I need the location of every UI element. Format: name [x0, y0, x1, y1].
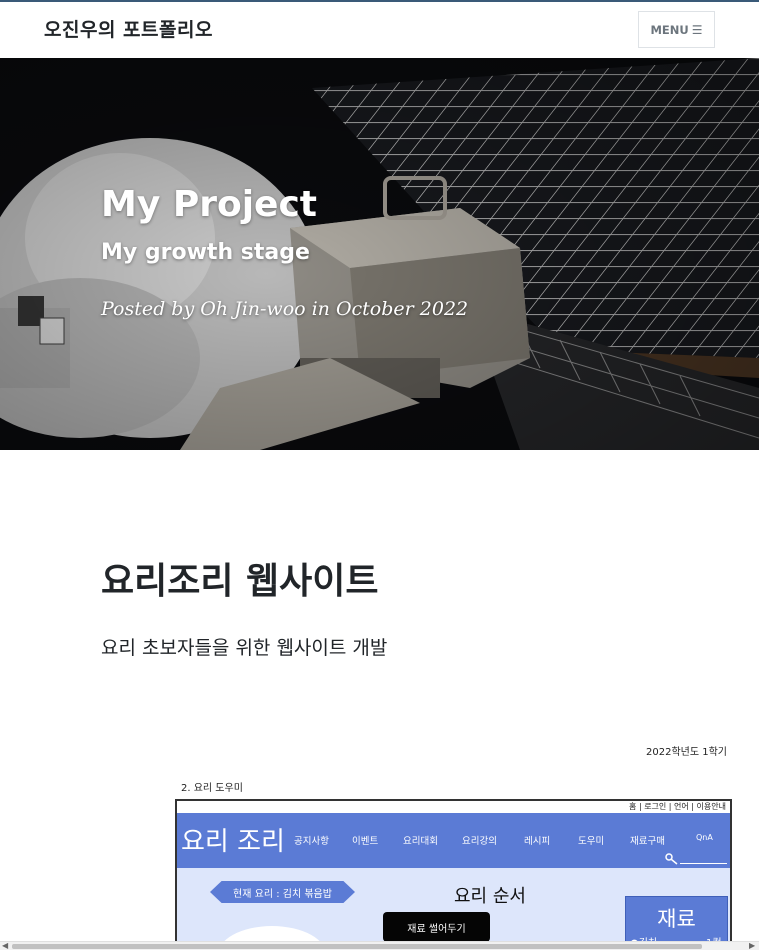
mockup-nav-item: 레시피	[524, 836, 551, 847]
scroll-left-arrow-icon[interactable]: ◀	[2, 941, 8, 950]
mockup-nav-bar: 요리 조리 공지사항 이벤트 요리대회 요리강의 레시피 도우미 재료구매 Qn…	[177, 813, 730, 868]
mockup-current-recipe: 현재 요리 : 김치 볶음밥	[210, 881, 355, 903]
menu-label: MENU	[650, 22, 689, 37]
hero-post-meta: Posted by Oh Jin-woo in October 2022	[101, 298, 469, 320]
mockup-step-button: 재료 썰어두기	[383, 912, 490, 942]
mockup-nav-item: 요리대회	[403, 836, 438, 847]
mockup-search-underline	[680, 863, 727, 864]
document-semester: 2022학년도 1학기	[646, 747, 727, 758]
mockup-nav-item: 도우미	[578, 836, 605, 847]
navbar: 오진우의 포트폴리오 MENU ☰	[0, 2, 759, 58]
mockup-nav-item: 요리강의	[462, 836, 497, 847]
document-section-title: 2. 요리 도우미	[181, 783, 243, 794]
mockup-search-icon	[665, 853, 678, 865]
scroll-right-arrow-icon[interactable]: ▶	[749, 941, 755, 950]
horizontal-scrollbar[interactable]: ◀ ▶	[0, 941, 759, 950]
hamburger-icon: ☰	[691, 22, 703, 37]
mockup-nav-item: 재료구매	[630, 836, 665, 847]
mockup-nav-item: 공지사항	[294, 836, 329, 847]
mockup-order-title: 요리 순서	[454, 886, 526, 907]
website-mockup-image: 홈 | 로그인 | 언어 | 이용안내 요리 조리 공지사항 이벤트 요리대회 …	[175, 799, 732, 950]
mockup-nav-item: QnA	[696, 833, 713, 842]
menu-button[interactable]: MENU ☰	[638, 11, 715, 48]
post-description: 요리 초보자들을 위한 웹사이트 개발	[101, 637, 388, 659]
hero-banner: My Project My growth stage Posted by Oh …	[0, 58, 759, 450]
mockup-body: 현재 요리 : 김치 볶음밥 요리 순서 재료 썰어두기 재료 ●김치 1컵	[177, 868, 730, 950]
hero-subtitle: My growth stage	[101, 240, 310, 265]
scrollbar-thumb[interactable]	[12, 944, 702, 949]
hero-title: My Project	[101, 184, 317, 225]
mockup-logo: 요리 조리	[181, 827, 285, 857]
site-brand[interactable]: 오진우의 포트폴리오	[44, 15, 213, 42]
post-heading: 요리조리 웹사이트	[101, 561, 379, 602]
mockup-ingredients-title: 재료	[657, 907, 696, 931]
mockup-nav-item: 이벤트	[352, 836, 379, 847]
mockup-top-links: 홈 | 로그인 | 언어 | 이용안내	[629, 802, 726, 811]
